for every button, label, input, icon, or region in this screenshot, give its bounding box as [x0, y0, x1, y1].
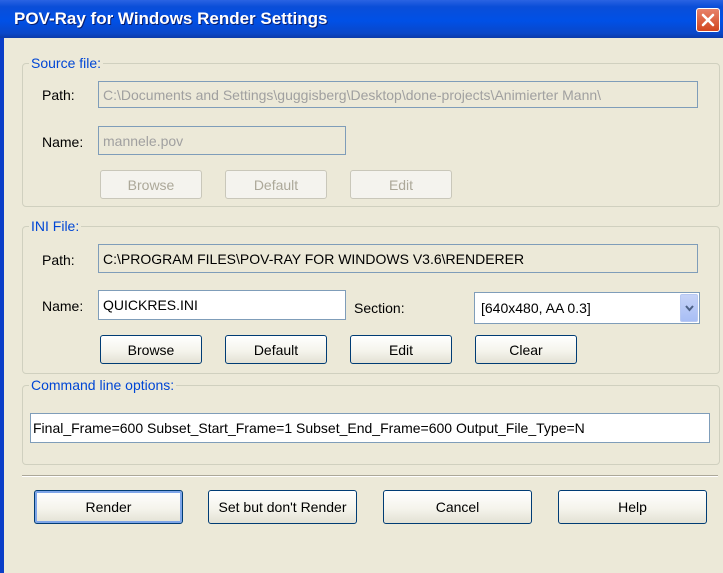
help-button[interactable]: Help — [558, 490, 707, 524]
ini-section-value: [640x480, AA 0.3] — [481, 300, 591, 316]
render-button[interactable]: Render — [34, 490, 183, 524]
source-name-field — [98, 126, 346, 155]
ini-section-label: Section: — [354, 300, 405, 316]
ini-default-button[interactable]: Default — [225, 335, 327, 364]
source-path-field — [98, 81, 698, 108]
ini-file-legend: INI File: — [31, 218, 80, 234]
ini-path-label: Path: — [42, 252, 75, 268]
source-browse-button: Browse — [100, 170, 202, 199]
ini-clear-button[interactable]: Clear — [475, 335, 577, 364]
source-default-button: Default — [225, 170, 327, 199]
ini-edit-button[interactable]: Edit — [350, 335, 452, 364]
ini-path-field — [98, 244, 698, 273]
window-title: POV-Ray for Windows Render Settings — [14, 9, 328, 28]
ini-name-label: Name: — [42, 298, 84, 314]
title-bar[interactable]: POV-Ray for Windows Render Settings — [0, 0, 723, 38]
window-frame-left — [0, 38, 4, 573]
close-button[interactable] — [696, 8, 720, 32]
command-line-field[interactable] — [30, 413, 710, 443]
source-name-label: Name: — [42, 134, 84, 150]
source-edit-button: Edit — [350, 170, 452, 199]
dropdown-arrow-button[interactable] — [680, 294, 698, 322]
set-but-dont-render-button[interactable]: Set but don't Render — [208, 490, 357, 524]
ini-section-dropdown[interactable]: [640x480, AA 0.3] — [474, 292, 700, 324]
ini-browse-button[interactable]: Browse — [100, 335, 202, 364]
command-line-legend: Command line options: — [31, 377, 175, 393]
cancel-button[interactable]: Cancel — [383, 490, 532, 524]
source-file-legend: Source file: — [31, 55, 102, 71]
close-icon — [701, 13, 715, 27]
chevron-down-icon — [685, 305, 694, 312]
source-path-label: Path: — [42, 87, 75, 103]
ini-name-field[interactable] — [98, 290, 346, 320]
separator — [22, 475, 718, 477]
